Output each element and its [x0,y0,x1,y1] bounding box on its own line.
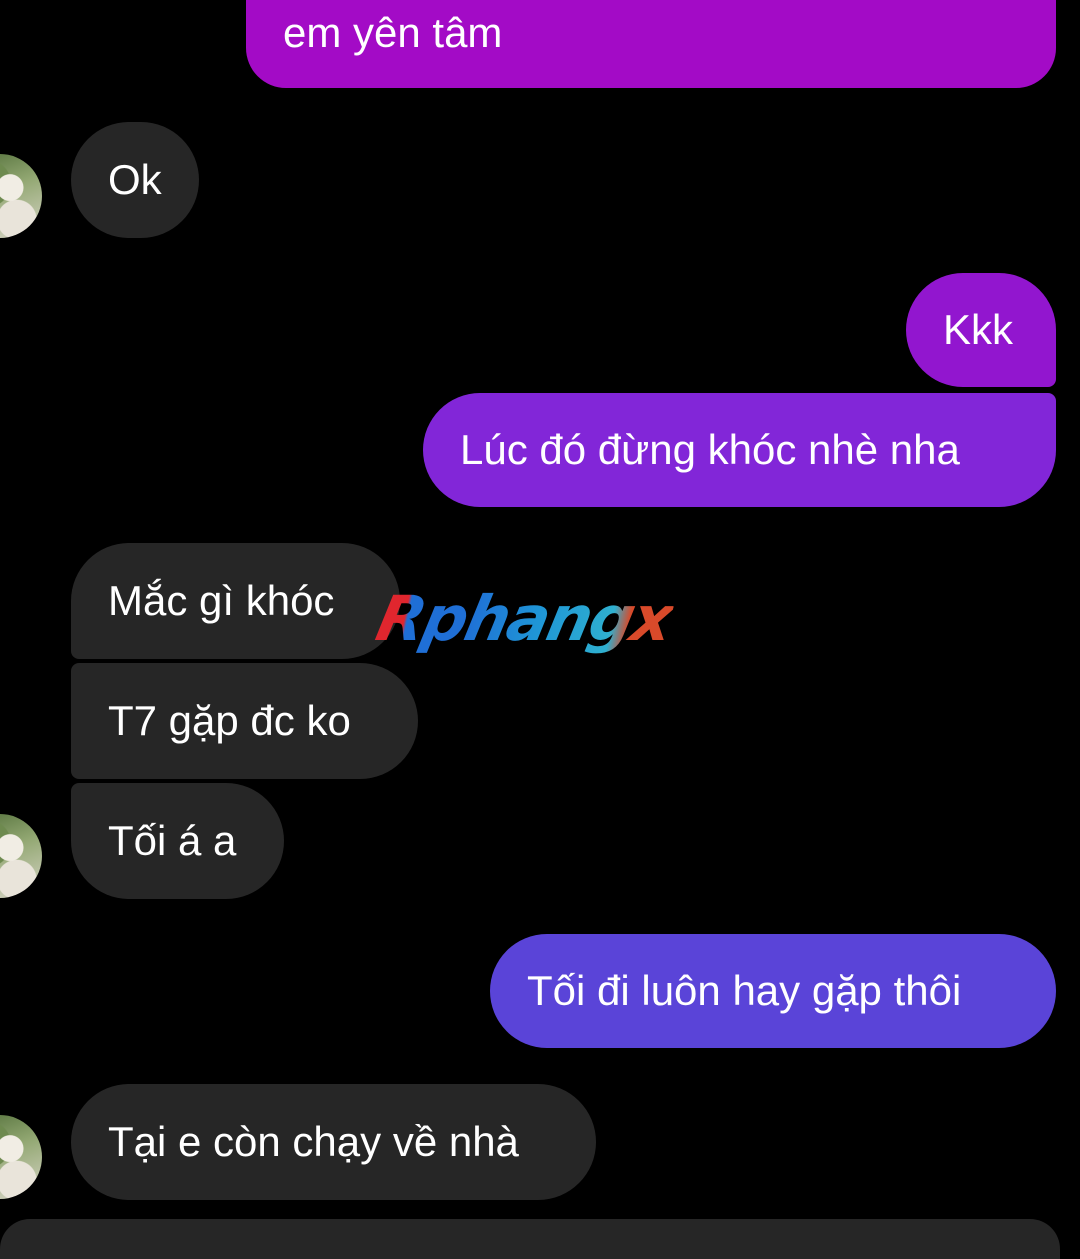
message-bubble-incoming[interactable]: Ok [71,122,199,238]
message-bubble-outgoing[interactable]: Tối đi luôn hay gặp thôi [490,934,1056,1048]
message-text: Tại e còn chạy về nhà [108,1118,519,1165]
message-text: Kkk [943,306,1014,353]
message-bubble-outgoing[interactable]: em yên tâm [246,0,1056,88]
message-text: Mắc gì khóc [108,577,335,624]
message-text: Tối đi luôn hay gặp thôi [527,967,962,1014]
watermark-logo: Rphangx [370,582,679,655]
message-bubble-outgoing[interactable]: Kkk [906,273,1056,387]
message-text: T7 gặp đc ko [108,697,351,744]
message-text: Tối á a [108,817,237,864]
sender-avatar[interactable] [0,814,42,898]
message-bubble-incoming[interactable]: Tối á a [71,783,284,899]
next-message-bubble-partial [0,1219,1060,1259]
message-text: em yên tâm [283,9,503,56]
message-text: Lúc đó đừng khóc nhè nha [460,426,960,473]
message-bubble-incoming[interactable]: T7 gặp đc ko [71,663,418,779]
message-bubble-incoming[interactable]: Mắc gì khóc [71,543,400,659]
sender-avatar[interactable] [0,1115,42,1199]
message-bubble-outgoing[interactable]: Lúc đó đừng khóc nhè nha [423,393,1056,507]
sender-avatar[interactable] [0,154,42,238]
message-text: Ok [108,156,162,203]
message-bubble-incoming[interactable]: Tại e còn chạy về nhà [71,1084,596,1200]
